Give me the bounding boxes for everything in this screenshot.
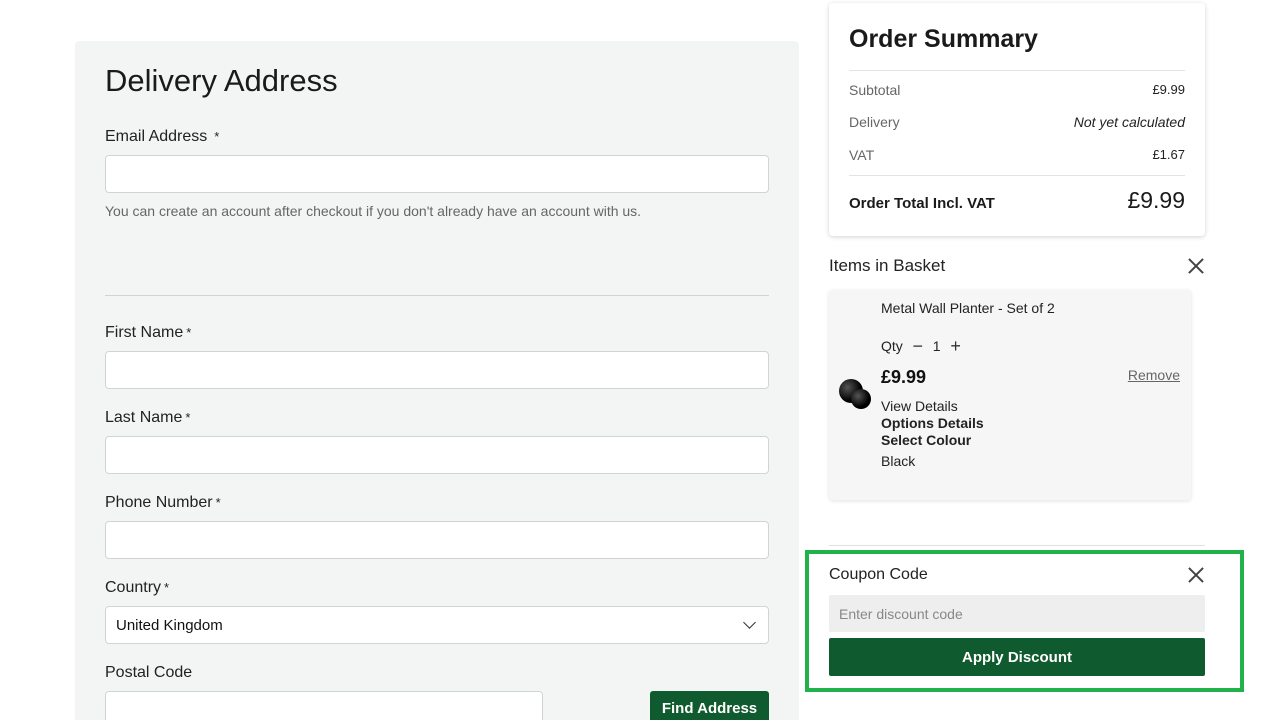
section-divider: [829, 545, 1205, 546]
qty-value: 1: [932, 338, 941, 354]
basket-header: Items in Basket: [829, 256, 1205, 276]
postal-code-label: Postal Code: [105, 664, 192, 682]
phone-label-text: Phone Number: [105, 494, 213, 511]
close-icon[interactable]: [1187, 257, 1205, 275]
phone-field[interactable]: [105, 521, 769, 559]
find-address-button[interactable]: Find Address: [650, 691, 769, 720]
required-marker: *: [185, 410, 191, 425]
summary-row-subtotal: Subtotal £9.99: [849, 82, 1185, 98]
last-name-label: Last Name *: [105, 409, 190, 427]
summary-row-label: Subtotal: [849, 82, 901, 98]
summary-row-label: VAT: [849, 147, 875, 163]
postal-code-field[interactable]: [105, 691, 543, 720]
item-details: View Details Options Details Select Colo…: [881, 398, 984, 449]
view-details-link[interactable]: View Details: [881, 398, 984, 415]
select-colour-heading: Select Colour: [881, 432, 972, 448]
apply-discount-button[interactable]: Apply Discount: [829, 638, 1205, 676]
order-summary-title: Order Summary: [849, 25, 1038, 53]
country-label: Country *: [105, 579, 169, 597]
summary-row-value: Not yet calculated: [1073, 114, 1185, 130]
email-label-text: Email Address: [105, 128, 208, 145]
item-colour-value: Black: [881, 453, 916, 469]
summary-row-delivery: Delivery Not yet calculated: [849, 114, 1185, 130]
order-summary-card: Order Summary Subtotal £9.99 Delivery No…: [829, 3, 1205, 236]
email-label: Email Address *: [105, 128, 219, 146]
country-label-text: Country: [105, 579, 162, 596]
summary-row-label: Delivery: [849, 114, 900, 130]
minus-icon[interactable]: −: [911, 337, 925, 355]
last-name-field[interactable]: [105, 436, 769, 474]
product-thumbnail: [837, 375, 873, 411]
summary-row-value: £1.67: [1152, 147, 1185, 162]
summary-divider: [849, 175, 1185, 176]
discount-code-input[interactable]: [829, 595, 1205, 632]
phone-label: Phone Number *: [105, 494, 221, 512]
required-marker: *: [215, 495, 221, 510]
item-name: Metal Wall Planter - Set of 2: [881, 300, 1055, 316]
basket-item: Metal Wall Planter - Set of 2 Qty − 1 + …: [829, 290, 1191, 500]
delivery-address-panel: Delivery Address Email Address * You can …: [75, 41, 799, 720]
item-price: £9.99: [881, 367, 927, 387]
page-title: Delivery Address: [105, 63, 338, 98]
summary-row-vat: VAT £1.67: [849, 147, 1185, 163]
qty-label: Qty: [881, 338, 903, 354]
country-select[interactable]: United Kingdom: [105, 606, 769, 644]
basket-title: Items in Basket: [829, 256, 946, 275]
remove-item-link[interactable]: Remove: [1128, 367, 1180, 383]
postal-code-label-text: Postal Code: [105, 664, 193, 681]
section-divider: [105, 295, 769, 296]
email-field[interactable]: [105, 155, 769, 193]
coupon-title: Coupon Code: [829, 566, 928, 583]
quantity-stepper: Qty − 1 +: [881, 337, 963, 355]
planter-ball: [851, 389, 871, 409]
options-details-heading: Options Details: [881, 415, 984, 431]
last-name-label-text: Last Name: [105, 409, 183, 426]
email-help-text: You can create an account after checkout…: [105, 203, 642, 219]
summary-row-value: £9.99: [1152, 82, 1185, 97]
plus-icon[interactable]: +: [949, 337, 963, 355]
required-marker: *: [214, 129, 220, 144]
close-icon[interactable]: [1187, 566, 1205, 584]
first-name-label: First Name *: [105, 324, 191, 342]
required-marker: *: [186, 325, 192, 340]
coupon-header: Coupon Code: [829, 566, 1205, 584]
order-total-row: Order Total Incl. VAT £9.99: [849, 187, 1185, 214]
first-name-label-text: First Name: [105, 324, 184, 341]
summary-divider: [849, 70, 1185, 71]
chevron-down-icon: [743, 616, 756, 629]
country-select-value: United Kingdom: [116, 616, 223, 634]
order-total-label: Order Total Incl. VAT: [849, 195, 995, 212]
required-marker: *: [164, 580, 170, 595]
order-total-value: £9.99: [1127, 187, 1185, 213]
first-name-field[interactable]: [105, 351, 769, 389]
